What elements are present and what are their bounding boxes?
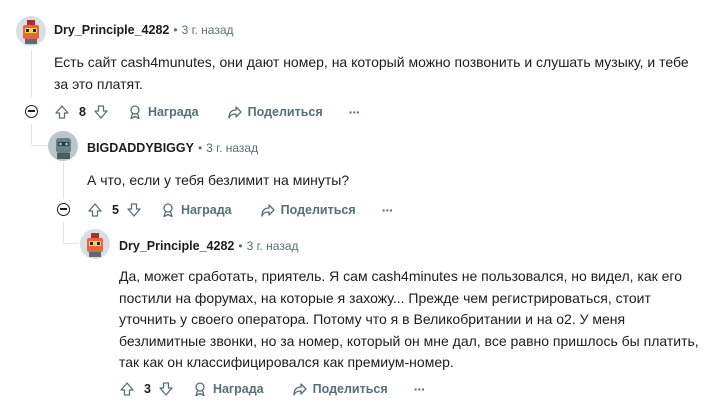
arrow-down-icon — [159, 382, 173, 396]
award-icon — [163, 203, 173, 218]
arrow-up-icon — [120, 382, 134, 396]
more-options-icon[interactable]: ··· — [349, 104, 361, 120]
thread-connector-2 — [63, 243, 79, 244]
share-button[interactable]: Поделиться — [292, 381, 388, 397]
award-label: Награда — [212, 382, 264, 396]
upvote-button[interactable] — [119, 381, 135, 397]
vote-count: 8 — [79, 105, 86, 119]
avatar[interactable] — [80, 229, 110, 259]
more-options-icon[interactable]: ··· — [382, 202, 394, 218]
meta-separator: • — [173, 23, 178, 37]
share-label: Поделиться — [280, 203, 356, 217]
award-icon — [195, 382, 205, 397]
author-name[interactable]: Dry_Principle_4282 — [54, 23, 169, 37]
share-label: Поделиться — [247, 105, 323, 119]
award-label: Награда — [147, 105, 199, 119]
collapse-icon[interactable] — [25, 105, 38, 118]
avatar[interactable] — [16, 16, 46, 46]
vote-count: 3 — [144, 382, 151, 396]
arrow-down-icon — [127, 203, 141, 217]
share-icon — [292, 383, 307, 396]
upvote-button[interactable] — [87, 202, 103, 218]
avatar[interactable] — [48, 131, 78, 161]
timestamp[interactable]: 3 г. назад — [206, 141, 258, 155]
arrow-up-icon — [88, 203, 102, 217]
thread-connector-1 — [31, 145, 47, 146]
share-label: Поделиться — [312, 382, 388, 396]
arrow-down-icon — [94, 105, 108, 119]
thread-line-2b — [63, 222, 64, 242]
award-icon — [130, 105, 140, 120]
timestamp[interactable]: 3 г. назад — [247, 239, 299, 253]
share-button[interactable]: Поделиться — [260, 202, 356, 218]
timestamp[interactable]: 3 г. назад — [182, 23, 234, 37]
share-icon — [260, 204, 275, 217]
more-options-icon[interactable]: ··· — [414, 381, 426, 397]
meta-separator: • — [197, 141, 203, 155]
comment-text: Да, может сработать, приятель. Я сам cas… — [119, 268, 699, 370]
collapse-icon[interactable] — [57, 203, 70, 216]
comment-text: Есть сайт cash4munutes, они дают номер, … — [54, 54, 689, 92]
thread-line-1 — [31, 50, 32, 97]
award-label: Награда — [180, 203, 232, 217]
award-button[interactable]: Награда — [160, 202, 232, 218]
comment-meta: Dry_Principle_4282 • 3 г. назад — [119, 239, 299, 253]
author-name[interactable]: Dry_Principle_4282 — [119, 239, 234, 253]
share-icon — [227, 106, 242, 119]
downvote-button[interactable] — [126, 202, 142, 218]
meta-separator: • — [238, 239, 243, 253]
downvote-button[interactable] — [158, 381, 174, 397]
award-button[interactable]: Награда — [127, 104, 199, 120]
comment-actions: 8 Награда Поделиться ··· — [54, 101, 361, 123]
award-button[interactable]: Награда — [192, 381, 264, 397]
downvote-button[interactable] — [93, 104, 109, 120]
comment-actions: 3 Награда Поделиться ··· — [119, 378, 426, 400]
comment-text: А что, если у тебя безлимит на минуты? — [87, 172, 350, 188]
comment-meta: Dry_Principle_4282 • 3 г. назад — [54, 23, 234, 37]
comment-meta: BIGDADDYBIGGY • 3 г. назад — [87, 141, 258, 155]
comment-actions: 5 Награда Поделиться ··· — [87, 199, 394, 221]
thread-line-1b — [31, 124, 32, 144]
vote-count: 5 — [112, 203, 119, 217]
upvote-button[interactable] — [54, 104, 70, 120]
author-name[interactable]: BIGDADDYBIGGY — [87, 141, 194, 155]
share-button[interactable]: Поделиться — [227, 104, 323, 120]
arrow-up-icon — [55, 105, 69, 119]
thread-line-2 — [63, 162, 64, 199]
